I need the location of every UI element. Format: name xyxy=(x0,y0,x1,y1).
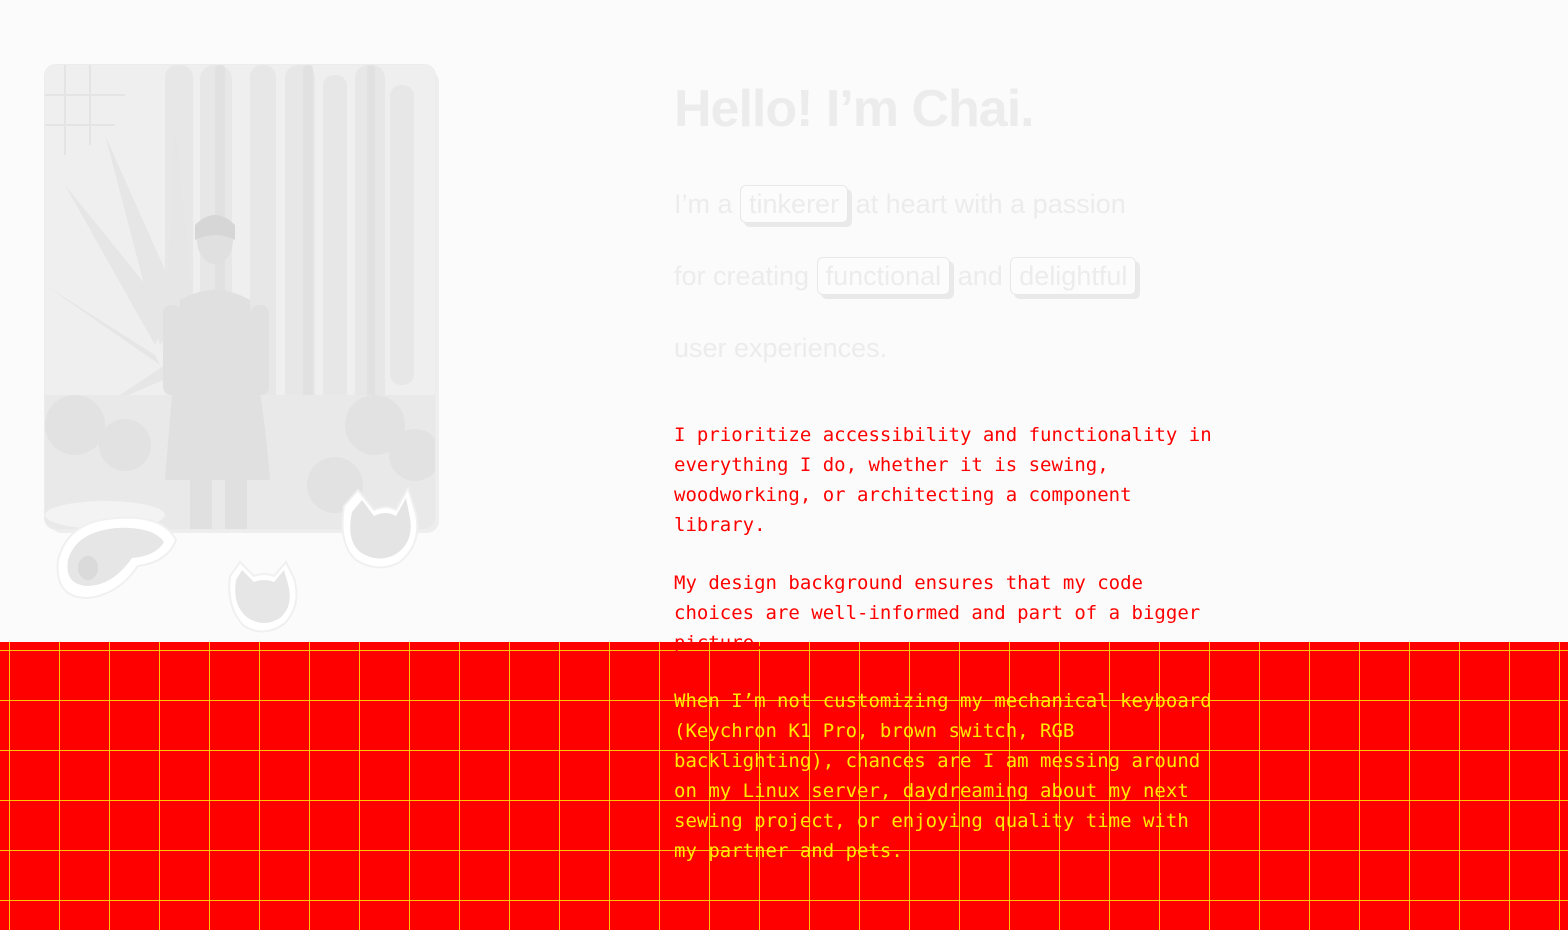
dog-icon xyxy=(56,516,178,600)
tagline-line-1: I’m a tinkerer at heart with a passion xyxy=(674,168,1274,240)
tagline-line-3: user experiences. xyxy=(674,333,888,363)
tagline-lead-2: for creating xyxy=(674,261,810,291)
hero: Hello! I’m Chai. xyxy=(674,70,1234,148)
pill-tinkerer: tinkerer xyxy=(740,185,849,223)
profile-photo xyxy=(44,64,436,530)
about-copy: I prioritize accessibility and functiona… xyxy=(674,420,1214,894)
tagline-mid-1: at heart with a passion xyxy=(855,189,1126,219)
about-paragraph-2: My design background ensures that my cod… xyxy=(674,572,1201,654)
about-paragraph-3: When I’m not customizing my mechanical k… xyxy=(674,690,1212,862)
cat-icon xyxy=(341,485,419,569)
about-paragraph-1: I prioritize accessibility and functiona… xyxy=(674,424,1212,536)
pill-functional: functional xyxy=(816,257,951,295)
cat-sticker-right xyxy=(336,484,422,577)
cat-sticker-bottom xyxy=(224,558,302,641)
page-title: Hello! I’m Chai. xyxy=(674,80,1035,138)
tagline-mid-2: and xyxy=(957,261,1003,291)
tagline-prefix: I’m a xyxy=(674,189,733,219)
dog-sticker xyxy=(48,510,180,607)
tagline: I’m a tinkerer at heart with a passion f… xyxy=(674,168,1274,384)
profile-photo-illustration xyxy=(45,65,435,529)
pill-delightful: delightful xyxy=(1010,257,1137,295)
cat-icon xyxy=(228,560,298,633)
tagline-line-2: for creating functional and delightful xyxy=(674,240,1274,312)
